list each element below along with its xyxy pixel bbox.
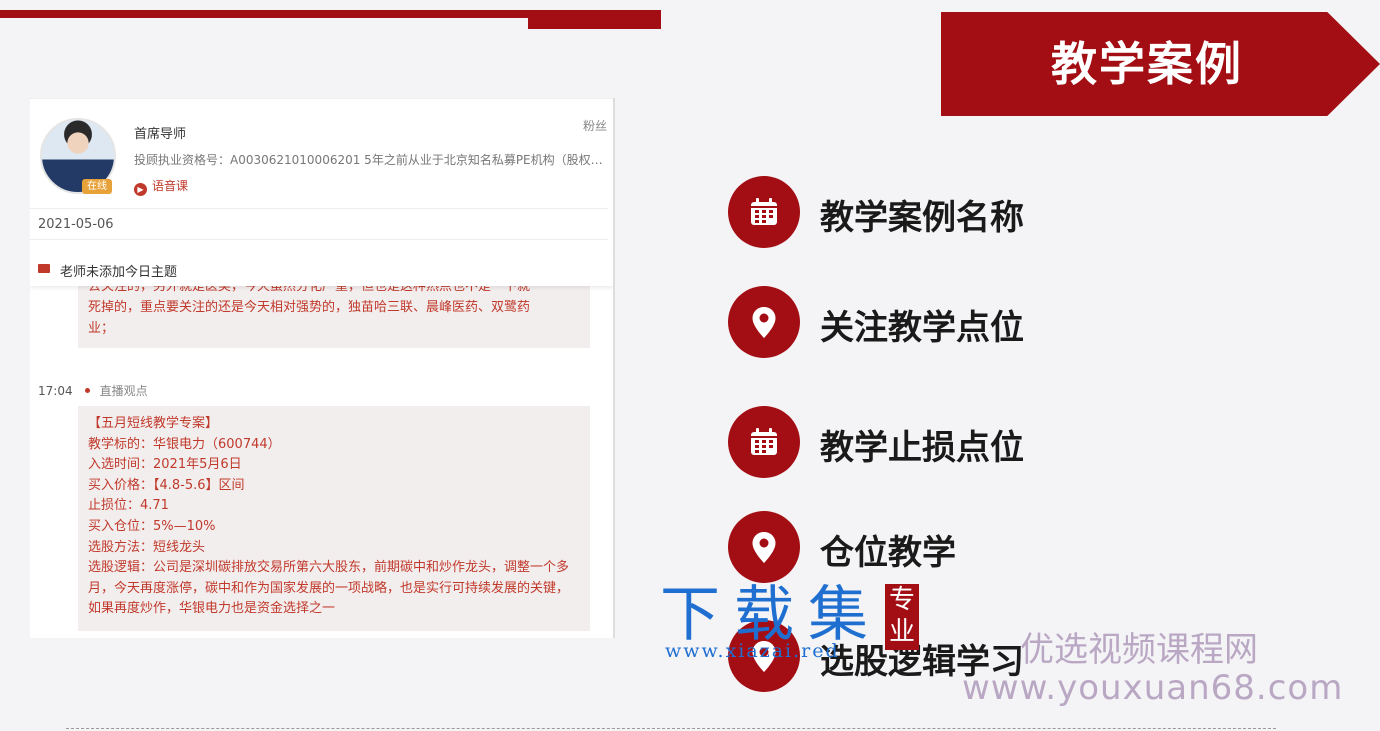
message-bubble: 去关注的，另外就是医美，今天虽然分化严重，但也是这种热点也不是一下就 死掉的，重…: [78, 278, 590, 348]
watermark-youxuan-url: www.youxuan68.com: [962, 668, 1344, 708]
message-line: 选股逻辑：公司是深圳碳排放交易所第六大股东，前期碳中和炒作龙头，调整一个多月，今…: [88, 560, 570, 617]
message-line: 【五月短线教学专案】: [88, 416, 219, 431]
message-tag: 直播观点: [99, 384, 148, 398]
online-badge: 在线: [82, 179, 112, 194]
title-banner: 教学案例: [941, 12, 1380, 116]
watermark-zhuanye: 专业: [885, 584, 919, 650]
message-line: 死掉的，重点要关注的还是今天相对强势的，独苗哈三联、晨峰医药、双鹭药: [88, 300, 531, 315]
message-line: 教学标的：华银电力（600744）: [88, 436, 281, 452]
calendar-icon: [728, 176, 800, 248]
mail-icon: [38, 264, 50, 273]
fans-link[interactable]: 粉丝: [583, 117, 607, 134]
play-icon: ▶: [134, 183, 147, 196]
item-label: 教学案例名称: [820, 198, 1024, 238]
watermark-xiazai-url: www.xiazai.red: [665, 640, 840, 662]
mentor-profile-card: 在线 首席导师 粉丝 投顾执业资格号：A0030621010006201 5年之…: [30, 98, 613, 206]
voice-course-link[interactable]: ▶ 语音课: [134, 177, 188, 196]
message-line: 入选时间：2021年5月6日: [88, 457, 242, 473]
item-label: 教学止损点位: [820, 428, 1024, 468]
page-title: 教学案例: [1051, 37, 1243, 91]
message-line: 买入价格：【4.8-5.6】区间: [88, 477, 245, 493]
message-time: 17:04: [38, 384, 73, 398]
status-dot-icon: [84, 388, 90, 393]
calendar-icon: [728, 406, 800, 478]
message-meta: 17:04 直播观点: [38, 382, 148, 399]
message-line: 止损位：4.71: [88, 498, 169, 514]
mentor-title: 首席导师: [134, 127, 187, 142]
date-header: 2021-05-06: [30, 208, 608, 240]
screenshot-panel: 在线 首席导师 粉丝 投顾执业资格号：A0030621010006201 5年之…: [30, 98, 615, 638]
topic-notice-bar: 老师未添加今日主题: [30, 252, 613, 286]
topic-notice-text: 老师未添加今日主题: [60, 265, 178, 280]
item-label: 关注教学点位: [820, 308, 1024, 348]
feed-date: 2021-05-06: [38, 217, 114, 232]
watermark-youxuan-cn: 优选视频课程网: [1020, 630, 1258, 670]
message-line: 业；: [88, 321, 115, 336]
message-line: 买入仓位：5%—10%: [88, 518, 216, 534]
message-line: 选股方法：短线龙头: [88, 539, 206, 555]
teaching-case-message: 【五月短线教学专案】 教学标的：华银电力（600744） 入选时间：2021年5…: [78, 406, 590, 631]
bottom-divider: [66, 728, 1276, 729]
top-decor-tab: [528, 10, 661, 29]
certificate-text: 投顾执业资格号：A0030621010006201 5年之前从业于北京知名私募P…: [134, 153, 612, 167]
voice-course-label: 语音课: [152, 179, 189, 193]
location-pin-icon: [728, 286, 800, 358]
